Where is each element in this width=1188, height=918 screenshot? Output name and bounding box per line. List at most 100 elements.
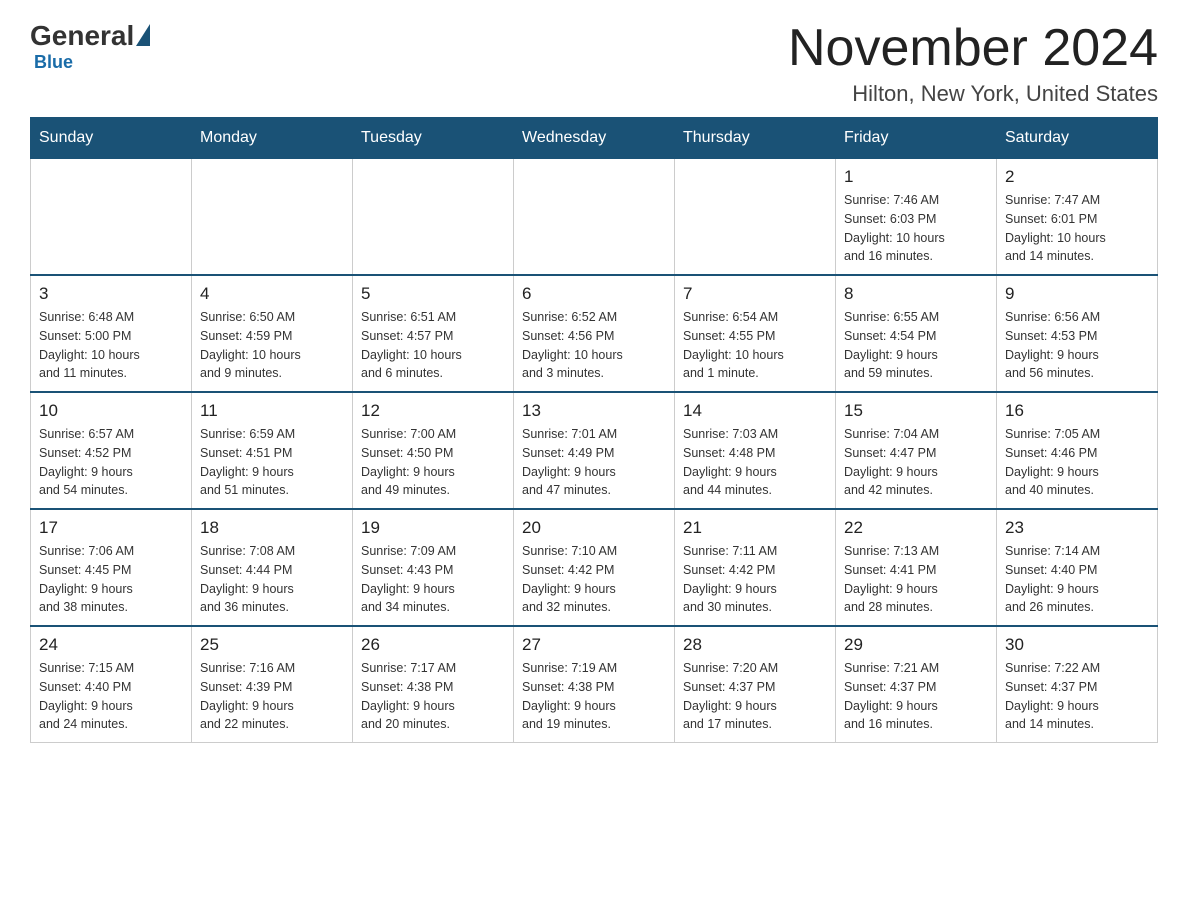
calendar-cell: 1 Sunrise: 7:46 AM Sunset: 6:03 PM Daylig… <box>836 158 997 275</box>
calendar-cell: 17Sunrise: 7:06 AM Sunset: 4:45 PM Dayli… <box>31 509 192 626</box>
day-info: Sunrise: 7:13 AM Sunset: 4:41 PM Dayligh… <box>844 542 988 617</box>
day-number: 14 <box>683 401 827 421</box>
calendar-cell: 3 Sunrise: 6:48 AM Sunset: 5:00 PM Daylig… <box>31 275 192 392</box>
weekday-header-sunday: Sunday <box>31 118 192 158</box>
calendar-cell: 26 Sunrise: 7:17 AM Sunset: 4:38 PM Dayli… <box>353 626 514 743</box>
day-number: 6 <box>522 284 666 304</box>
day-number: 20 <box>522 518 666 538</box>
calendar-week-4: 17Sunrise: 7:06 AM Sunset: 4:45 PM Dayli… <box>31 509 1158 626</box>
weekday-header-wednesday: Wednesday <box>514 118 675 158</box>
page-header: General Blue November 2024 Hilton, New Y… <box>30 20 1158 107</box>
calendar-cell: 19 Sunrise: 7:09 AM Sunset: 4:43 PM Dayli… <box>353 509 514 626</box>
calendar-cell: 12 Sunrise: 7:00 AM Sunset: 4:50 PM Dayli… <box>353 392 514 509</box>
calendar-cell: 9 Sunrise: 6:56 AM Sunset: 4:53 PM Daylig… <box>997 275 1158 392</box>
day-info: Sunrise: 7:17 AM Sunset: 4:38 PM Dayligh… <box>361 659 505 734</box>
day-number: 17 <box>39 518 183 538</box>
day-number: 22 <box>844 518 988 538</box>
calendar-cell: 25 Sunrise: 7:16 AM Sunset: 4:39 PM Dayli… <box>192 626 353 743</box>
day-info: Sunrise: 7:03 AM Sunset: 4:48 PM Dayligh… <box>683 425 827 500</box>
day-number: 29 <box>844 635 988 655</box>
day-info: Sunrise: 7:05 AM Sunset: 4:46 PM Dayligh… <box>1005 425 1149 500</box>
day-number: 21 <box>683 518 827 538</box>
day-info: Sunrise: 7:47 AM Sunset: 6:01 PM Dayligh… <box>1005 191 1149 266</box>
day-number: 13 <box>522 401 666 421</box>
calendar-week-1: 1 Sunrise: 7:46 AM Sunset: 6:03 PM Daylig… <box>31 158 1158 275</box>
day-number: 8 <box>844 284 988 304</box>
day-info: Sunrise: 7:00 AM Sunset: 4:50 PM Dayligh… <box>361 425 505 500</box>
calendar-cell: 27Sunrise: 7:19 AM Sunset: 4:38 PM Dayli… <box>514 626 675 743</box>
day-number: 19 <box>361 518 505 538</box>
day-number: 4 <box>200 284 344 304</box>
day-info: Sunrise: 7:19 AM Sunset: 4:38 PM Dayligh… <box>522 659 666 734</box>
day-number: 11 <box>200 401 344 421</box>
day-number: 3 <box>39 284 183 304</box>
day-info: Sunrise: 7:01 AM Sunset: 4:49 PM Dayligh… <box>522 425 666 500</box>
calendar-cell: 29 Sunrise: 7:21 AM Sunset: 4:37 PM Dayli… <box>836 626 997 743</box>
day-number: 16 <box>1005 401 1149 421</box>
day-info: Sunrise: 7:20 AM Sunset: 4:37 PM Dayligh… <box>683 659 827 734</box>
calendar-cell: 30 Sunrise: 7:22 AM Sunset: 4:37 PM Dayli… <box>997 626 1158 743</box>
weekday-header-friday: Friday <box>836 118 997 158</box>
day-info: Sunrise: 6:59 AM Sunset: 4:51 PM Dayligh… <box>200 425 344 500</box>
day-number: 15 <box>844 401 988 421</box>
calendar-cell <box>31 158 192 275</box>
day-info: Sunrise: 7:46 AM Sunset: 6:03 PM Dayligh… <box>844 191 988 266</box>
calendar-week-3: 10Sunrise: 6:57 AM Sunset: 4:52 PM Dayli… <box>31 392 1158 509</box>
day-info: Sunrise: 6:56 AM Sunset: 4:53 PM Dayligh… <box>1005 308 1149 383</box>
day-info: Sunrise: 7:21 AM Sunset: 4:37 PM Dayligh… <box>844 659 988 734</box>
day-info: Sunrise: 7:09 AM Sunset: 4:43 PM Dayligh… <box>361 542 505 617</box>
calendar-cell: 18Sunrise: 7:08 AM Sunset: 4:44 PM Dayli… <box>192 509 353 626</box>
day-number: 10 <box>39 401 183 421</box>
calendar-cell: 13 Sunrise: 7:01 AM Sunset: 4:49 PM Dayli… <box>514 392 675 509</box>
calendar-week-2: 3 Sunrise: 6:48 AM Sunset: 5:00 PM Daylig… <box>31 275 1158 392</box>
day-number: 5 <box>361 284 505 304</box>
calendar-cell <box>192 158 353 275</box>
calendar-cell: 21 Sunrise: 7:11 AM Sunset: 4:42 PM Dayli… <box>675 509 836 626</box>
day-number: 7 <box>683 284 827 304</box>
calendar-cell: 11 Sunrise: 6:59 AM Sunset: 4:51 PM Dayli… <box>192 392 353 509</box>
day-info: Sunrise: 7:22 AM Sunset: 4:37 PM Dayligh… <box>1005 659 1149 734</box>
calendar-cell: 14 Sunrise: 7:03 AM Sunset: 4:48 PM Dayli… <box>675 392 836 509</box>
calendar-cell: 16 Sunrise: 7:05 AM Sunset: 4:46 PM Dayli… <box>997 392 1158 509</box>
day-info: Sunrise: 6:52 AM Sunset: 4:56 PM Dayligh… <box>522 308 666 383</box>
day-info: Sunrise: 7:11 AM Sunset: 4:42 PM Dayligh… <box>683 542 827 617</box>
day-info: Sunrise: 6:48 AM Sunset: 5:00 PM Dayligh… <box>39 308 183 383</box>
day-number: 12 <box>361 401 505 421</box>
calendar-cell <box>353 158 514 275</box>
day-number: 1 <box>844 167 988 187</box>
calendar-cell: 22 Sunrise: 7:13 AM Sunset: 4:41 PM Dayli… <box>836 509 997 626</box>
day-info: Sunrise: 7:04 AM Sunset: 4:47 PM Dayligh… <box>844 425 988 500</box>
calendar-cell: 4Sunrise: 6:50 AM Sunset: 4:59 PM Daylig… <box>192 275 353 392</box>
calendar-cell: 23Sunrise: 7:14 AM Sunset: 4:40 PM Dayli… <box>997 509 1158 626</box>
calendar-cell: 20 Sunrise: 7:10 AM Sunset: 4:42 PM Dayli… <box>514 509 675 626</box>
title-section: November 2024 Hilton, New York, United S… <box>788 20 1158 107</box>
day-info: Sunrise: 7:15 AM Sunset: 4:40 PM Dayligh… <box>39 659 183 734</box>
calendar-cell: 28 Sunrise: 7:20 AM Sunset: 4:37 PM Dayli… <box>675 626 836 743</box>
calendar-cell: 8 Sunrise: 6:55 AM Sunset: 4:54 PM Daylig… <box>836 275 997 392</box>
calendar-cell <box>514 158 675 275</box>
calendar-week-5: 24Sunrise: 7:15 AM Sunset: 4:40 PM Dayli… <box>31 626 1158 743</box>
logo: General Blue <box>30 20 150 73</box>
day-info: Sunrise: 7:10 AM Sunset: 4:42 PM Dayligh… <box>522 542 666 617</box>
month-title: November 2024 <box>788 20 1158 77</box>
logo-general-text: General <box>30 20 134 52</box>
calendar-cell <box>675 158 836 275</box>
calendar-cell: 7Sunrise: 6:54 AM Sunset: 4:55 PM Daylig… <box>675 275 836 392</box>
day-number: 28 <box>683 635 827 655</box>
day-number: 26 <box>361 635 505 655</box>
calendar-cell: 2 Sunrise: 7:47 AM Sunset: 6:01 PM Daylig… <box>997 158 1158 275</box>
day-info: Sunrise: 6:51 AM Sunset: 4:57 PM Dayligh… <box>361 308 505 383</box>
day-info: Sunrise: 7:16 AM Sunset: 4:39 PM Dayligh… <box>200 659 344 734</box>
calendar-cell: 24Sunrise: 7:15 AM Sunset: 4:40 PM Dayli… <box>31 626 192 743</box>
day-number: 30 <box>1005 635 1149 655</box>
day-number: 2 <box>1005 167 1149 187</box>
day-number: 23 <box>1005 518 1149 538</box>
day-number: 9 <box>1005 284 1149 304</box>
weekday-header-row: SundayMondayTuesdayWednesdayThursdayFrid… <box>31 118 1158 158</box>
day-number: 25 <box>200 635 344 655</box>
calendar-cell: 10Sunrise: 6:57 AM Sunset: 4:52 PM Dayli… <box>31 392 192 509</box>
day-info: Sunrise: 6:55 AM Sunset: 4:54 PM Dayligh… <box>844 308 988 383</box>
calendar-cell: 5 Sunrise: 6:51 AM Sunset: 4:57 PM Daylig… <box>353 275 514 392</box>
logo-blue-text: Blue <box>34 52 73 73</box>
calendar-cell: 6 Sunrise: 6:52 AM Sunset: 4:56 PM Daylig… <box>514 275 675 392</box>
